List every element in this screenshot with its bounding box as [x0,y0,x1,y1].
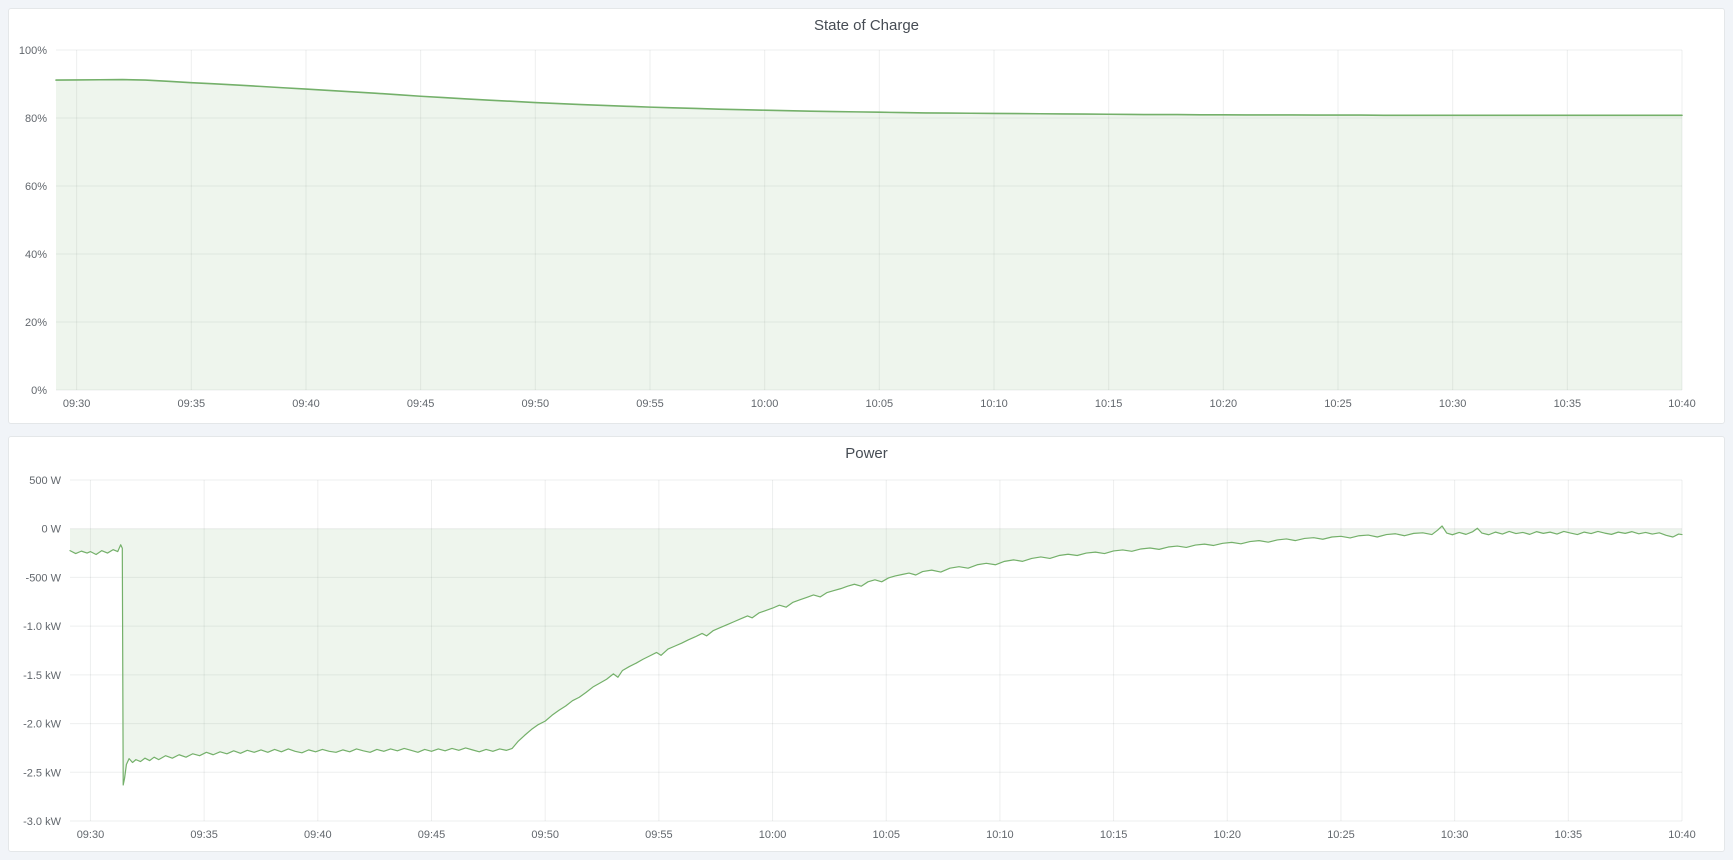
x-axis-tick-label: 10:20 [1210,398,1238,410]
x-axis-tick-label: 10:15 [1100,829,1128,841]
power-chart-canvas[interactable]: 500 W 0 W -500 W -1.0 kW -1.5 kW -2.0 kW -2.5 … [9,437,1724,851]
x-axis-tick-label: 10:00 [759,829,787,841]
y-axis-tick-label: 20% [25,317,47,329]
state-of-charge-chart-canvas[interactable]: 0% 20% 40% 60% 80% 100% 09:30 09:35 09:40 09:45 09… [9,9,1724,423]
panel-state-of-charge: State of Charge 0%20%40%60%80%100%09:300… [8,8,1725,424]
panel-title-power[interactable]: Power [9,445,1724,462]
soc-series-area [56,80,1682,390]
y-axis-tick-label: -500 W [26,572,62,584]
x-axis-tick-label: 10:10 [986,829,1014,841]
x-axis-tick-label: 10:30 [1441,829,1469,841]
y-axis-tick-label: 0 W [41,524,61,536]
y-axis-tick-label: -3.0 kW [23,816,62,828]
x-axis-tick-label: 10:25 [1324,398,1352,410]
x-axis-tick-label: 10:15 [1095,398,1123,410]
x-axis-tick-label: 09:45 [407,398,435,410]
x-axis-tick-label: 09:40 [292,398,320,410]
x-axis-tick-label: 09:30 [77,829,105,841]
x-axis-tick-label: 10:25 [1327,829,1355,841]
x-axis-tick-label: 09:50 [531,829,559,841]
power-series-area [70,526,1682,785]
y-axis-tick-label: 0% [31,385,47,397]
y-axis-tick-label: -1.0 kW [23,621,62,633]
y-axis-tick-label: -2.5 kW [23,767,62,779]
x-axis-tick-label: 10:40 [1668,829,1696,841]
x-axis-tick-label: 10:05 [872,829,900,841]
x-axis-tick-label: 09:35 [178,398,206,410]
y-axis-tick-label: 500 W [29,475,61,487]
panel-title-state-of-charge[interactable]: State of Charge [9,17,1724,34]
x-axis-tick-label: 10:10 [980,398,1008,410]
x-axis-tick-label: 10:35 [1554,398,1582,410]
y-axis-tick-label: 40% [25,249,47,261]
x-axis-tick-label: 10:05 [866,398,894,410]
panel-power: Power 500 W 0 W -500 W -1.0 kW -1.5 kW -2.0 k… [8,436,1725,852]
x-axis-tick-label: 10:20 [1214,829,1242,841]
y-axis-tick-label: 100% [19,45,47,57]
x-axis-tick-label: 10:40 [1668,398,1696,410]
x-axis-tick-label: 09:40 [304,829,332,841]
y-axis-tick-label: 60% [25,181,47,193]
x-axis-tick-label: 10:00 [751,398,779,410]
y-axis-tick-label: -2.0 kW [23,719,62,731]
x-axis-tick-label: 09:55 [645,829,673,841]
x-axis-tick-label: 10:30 [1439,398,1467,410]
x-axis-tick-label: 09:35 [190,829,218,841]
x-axis-tick-label: 09:45 [418,829,446,841]
x-axis-tick-label: 09:55 [636,398,664,410]
y-axis-tick-label: -1.5 kW [23,670,62,682]
x-axis-tick-label: 10:35 [1555,829,1583,841]
dashboard: State of Charge 0%20%40%60%80%100%09:300… [0,0,1733,860]
x-axis-tick-label: 09:30 [63,398,91,410]
x-axis-tick-label: 09:50 [522,398,550,410]
y-axis-tick-label: 80% [25,113,47,125]
